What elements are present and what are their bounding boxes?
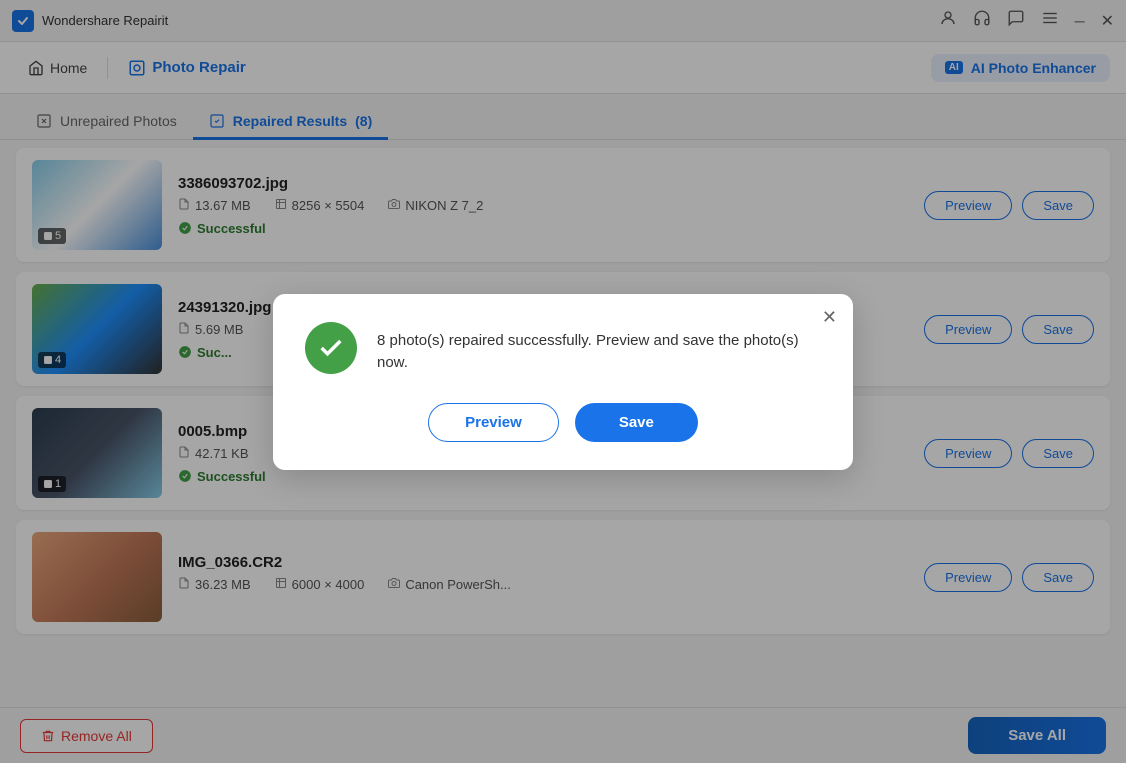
modal-close-button[interactable]: ✕ [822, 308, 837, 326]
modal-preview-button[interactable]: Preview [428, 403, 559, 442]
modal-overlay: ✕ 8 photo(s) repaired successfully. Prev… [0, 0, 1126, 763]
modal-actions: Preview Save [305, 403, 821, 442]
modal-body: 8 photo(s) repaired successfully. Previe… [305, 322, 821, 375]
modal-message: 8 photo(s) repaired successfully. Previe… [377, 322, 821, 375]
modal-dialog: ✕ 8 photo(s) repaired successfully. Prev… [273, 294, 853, 470]
success-icon [305, 322, 357, 374]
modal-save-button[interactable]: Save [575, 403, 698, 442]
